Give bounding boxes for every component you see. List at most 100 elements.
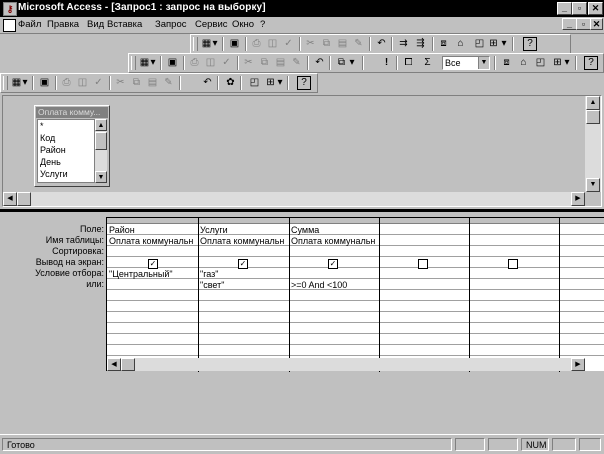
preview-icon[interactable]: ◫	[265, 37, 280, 51]
cut-icon[interactable]: ✂	[241, 56, 256, 70]
spelling-icon[interactable]: ✓	[91, 76, 106, 90]
grid-field-cell[interactable]: Услуги	[200, 225, 288, 235]
grid-or-cell[interactable]: >=0 And <100	[291, 280, 378, 290]
totals-icon[interactable]: Σ	[420, 56, 435, 70]
menu-query[interactable]: Запрос	[155, 19, 186, 30]
save-icon[interactable]: ▣	[165, 56, 180, 70]
insert-rows-icon[interactable]: ⇉	[396, 37, 411, 51]
grid-hscroll[interactable]: ◀ ▶	[107, 358, 585, 371]
paste-icon[interactable]: ▤	[145, 76, 160, 90]
view-dropdown-icon[interactable]: ▾	[149, 56, 157, 70]
field-list-window[interactable]: Оплата комму... * Код Район День Услуги …	[34, 105, 110, 187]
grid-criteria-cell[interactable]: "газ"	[200, 269, 288, 279]
grid-criteria-cell[interactable]: "Центральный"	[109, 269, 197, 279]
save-icon[interactable]: ▣	[37, 76, 52, 90]
print-icon[interactable]: ⎙	[187, 56, 202, 70]
table-pane-vscroll[interactable]: ▲ ▼	[585, 96, 601, 192]
new-object-icon-2[interactable]: ⊞	[486, 37, 501, 51]
cut-icon[interactable]: ✂	[303, 37, 318, 51]
help-icon[interactable]: ?	[523, 37, 537, 51]
format-painter-icon[interactable]: ✎	[161, 76, 176, 90]
toolbar-grip[interactable]	[193, 37, 198, 51]
pane-splitter[interactable]	[0, 209, 604, 212]
toolbar-grip[interactable]	[131, 56, 136, 70]
help-icon[interactable]: ?	[297, 76, 311, 90]
minimize-button[interactable]: _	[557, 2, 572, 15]
undo-icon[interactable]: ↶	[200, 76, 215, 90]
close-button[interactable]: ✕	[588, 2, 603, 15]
view-dropdown-icon[interactable]: ▾	[211, 37, 219, 51]
build-icon[interactable]: ⌂	[516, 56, 531, 70]
help-icon[interactable]: ?	[584, 56, 598, 70]
paste-icon[interactable]: ▤	[335, 37, 350, 51]
table-pane-hscroll[interactable]: ◀ ▶	[3, 192, 585, 206]
copy-icon[interactable]: ⧉	[319, 37, 334, 51]
query-type-dropdown-icon[interactable]: ▾	[348, 56, 356, 70]
cut-icon[interactable]: ✂	[113, 76, 128, 90]
chevron-down-icon[interactable]: ▼	[478, 57, 489, 69]
format-painter-icon[interactable]: ✎	[289, 56, 304, 70]
menu-window[interactable]: Окно	[232, 19, 254, 30]
scroll-up-icon[interactable]: ▲	[586, 96, 600, 110]
grid-field-cell[interactable]: Район	[109, 225, 197, 235]
print-icon[interactable]: ⎙	[249, 37, 264, 51]
format-painter-icon[interactable]: ✎	[351, 37, 366, 51]
scroll-down-icon[interactable]: ▼	[586, 178, 600, 192]
database-window-icon[interactable]: ◰	[247, 76, 262, 90]
field-list-title[interactable]: Оплата комму...	[36, 107, 108, 118]
show-checkbox[interactable]: ✓	[328, 259, 338, 269]
show-table-icon[interactable]: ⧠	[401, 56, 416, 70]
grid-table-cell[interactable]: Оплата коммунальн	[291, 236, 378, 246]
scroll-right-icon[interactable]: ▶	[571, 358, 585, 371]
field-list-scrollbar[interactable]: ▲ ▼	[95, 119, 107, 183]
restore-button[interactable]: ▫	[572, 2, 587, 15]
menu-tools[interactable]: Сервис	[195, 19, 228, 30]
menu-help[interactable]: ?	[260, 19, 265, 30]
preview-icon[interactable]: ◫	[203, 56, 218, 70]
relationships-icon[interactable]: ⧈	[436, 37, 451, 51]
preview-icon[interactable]: ◫	[75, 76, 90, 90]
field-list-item[interactable]: День	[40, 157, 61, 167]
field-list-item[interactable]: Район	[40, 145, 66, 155]
top-values-combo[interactable]: Все ▼	[442, 56, 490, 70]
field-list-item[interactable]: Код	[40, 133, 55, 143]
query-type-icon[interactable]: ⧉	[334, 56, 349, 70]
doc-close-button[interactable]: ✕	[590, 18, 603, 30]
grid-table-cell[interactable]: Оплата коммунальн	[200, 236, 288, 246]
copy-icon[interactable]: ⧉	[257, 56, 272, 70]
field-list-item[interactable]: Услуги	[40, 169, 68, 179]
undo-icon[interactable]: ↶	[312, 56, 327, 70]
scroll-thumb[interactable]	[17, 192, 31, 206]
document-icon[interactable]	[3, 19, 16, 32]
copy-icon[interactable]: ⧉	[129, 76, 144, 90]
scroll-left-icon[interactable]: ◀	[107, 358, 121, 371]
scroll-up-icon[interactable]: ▲	[95, 119, 107, 131]
new-object-dropdown-icon[interactable]: ▾	[276, 76, 284, 90]
run-icon[interactable]: !	[379, 56, 394, 70]
new-object-icon[interactable]: ◰	[472, 37, 487, 51]
code-icon[interactable]: ✿	[223, 76, 238, 90]
scroll-thumb[interactable]	[121, 358, 135, 371]
view-dropdown-icon[interactable]: ▾	[21, 76, 29, 90]
toolbar-grip[interactable]	[3, 76, 8, 90]
undo-icon[interactable]: ↶	[374, 37, 389, 51]
show-checkbox[interactable]: ✓	[238, 259, 248, 269]
paste-icon[interactable]: ▤	[273, 56, 288, 70]
doc-restore-button[interactable]: ▫	[576, 18, 591, 30]
database-window-icon[interactable]: ◰	[533, 56, 548, 70]
scroll-left-icon[interactable]: ◀	[3, 192, 17, 206]
new-object-dropdown-icon[interactable]: ▾	[500, 37, 508, 51]
doc-minimize-button[interactable]: _	[562, 18, 577, 30]
new-object-dropdown-icon[interactable]: ▾	[563, 56, 571, 70]
spelling-icon[interactable]: ✓	[219, 56, 234, 70]
grid-table-cell[interactable]: Оплата коммунальн	[109, 236, 197, 246]
grid-field-cell[interactable]: Сумма	[291, 225, 378, 235]
print-icon[interactable]: ⎙	[59, 76, 74, 90]
scroll-thumb[interactable]	[95, 132, 107, 150]
field-list-item[interactable]: *	[40, 121, 44, 131]
delete-rows-icon[interactable]: ⇶	[413, 37, 428, 51]
save-icon[interactable]: ▣	[227, 37, 242, 51]
properties-icon[interactable]: ⧈	[499, 56, 514, 70]
show-checkbox[interactable]	[508, 259, 518, 269]
scroll-down-icon[interactable]: ▼	[95, 171, 107, 183]
